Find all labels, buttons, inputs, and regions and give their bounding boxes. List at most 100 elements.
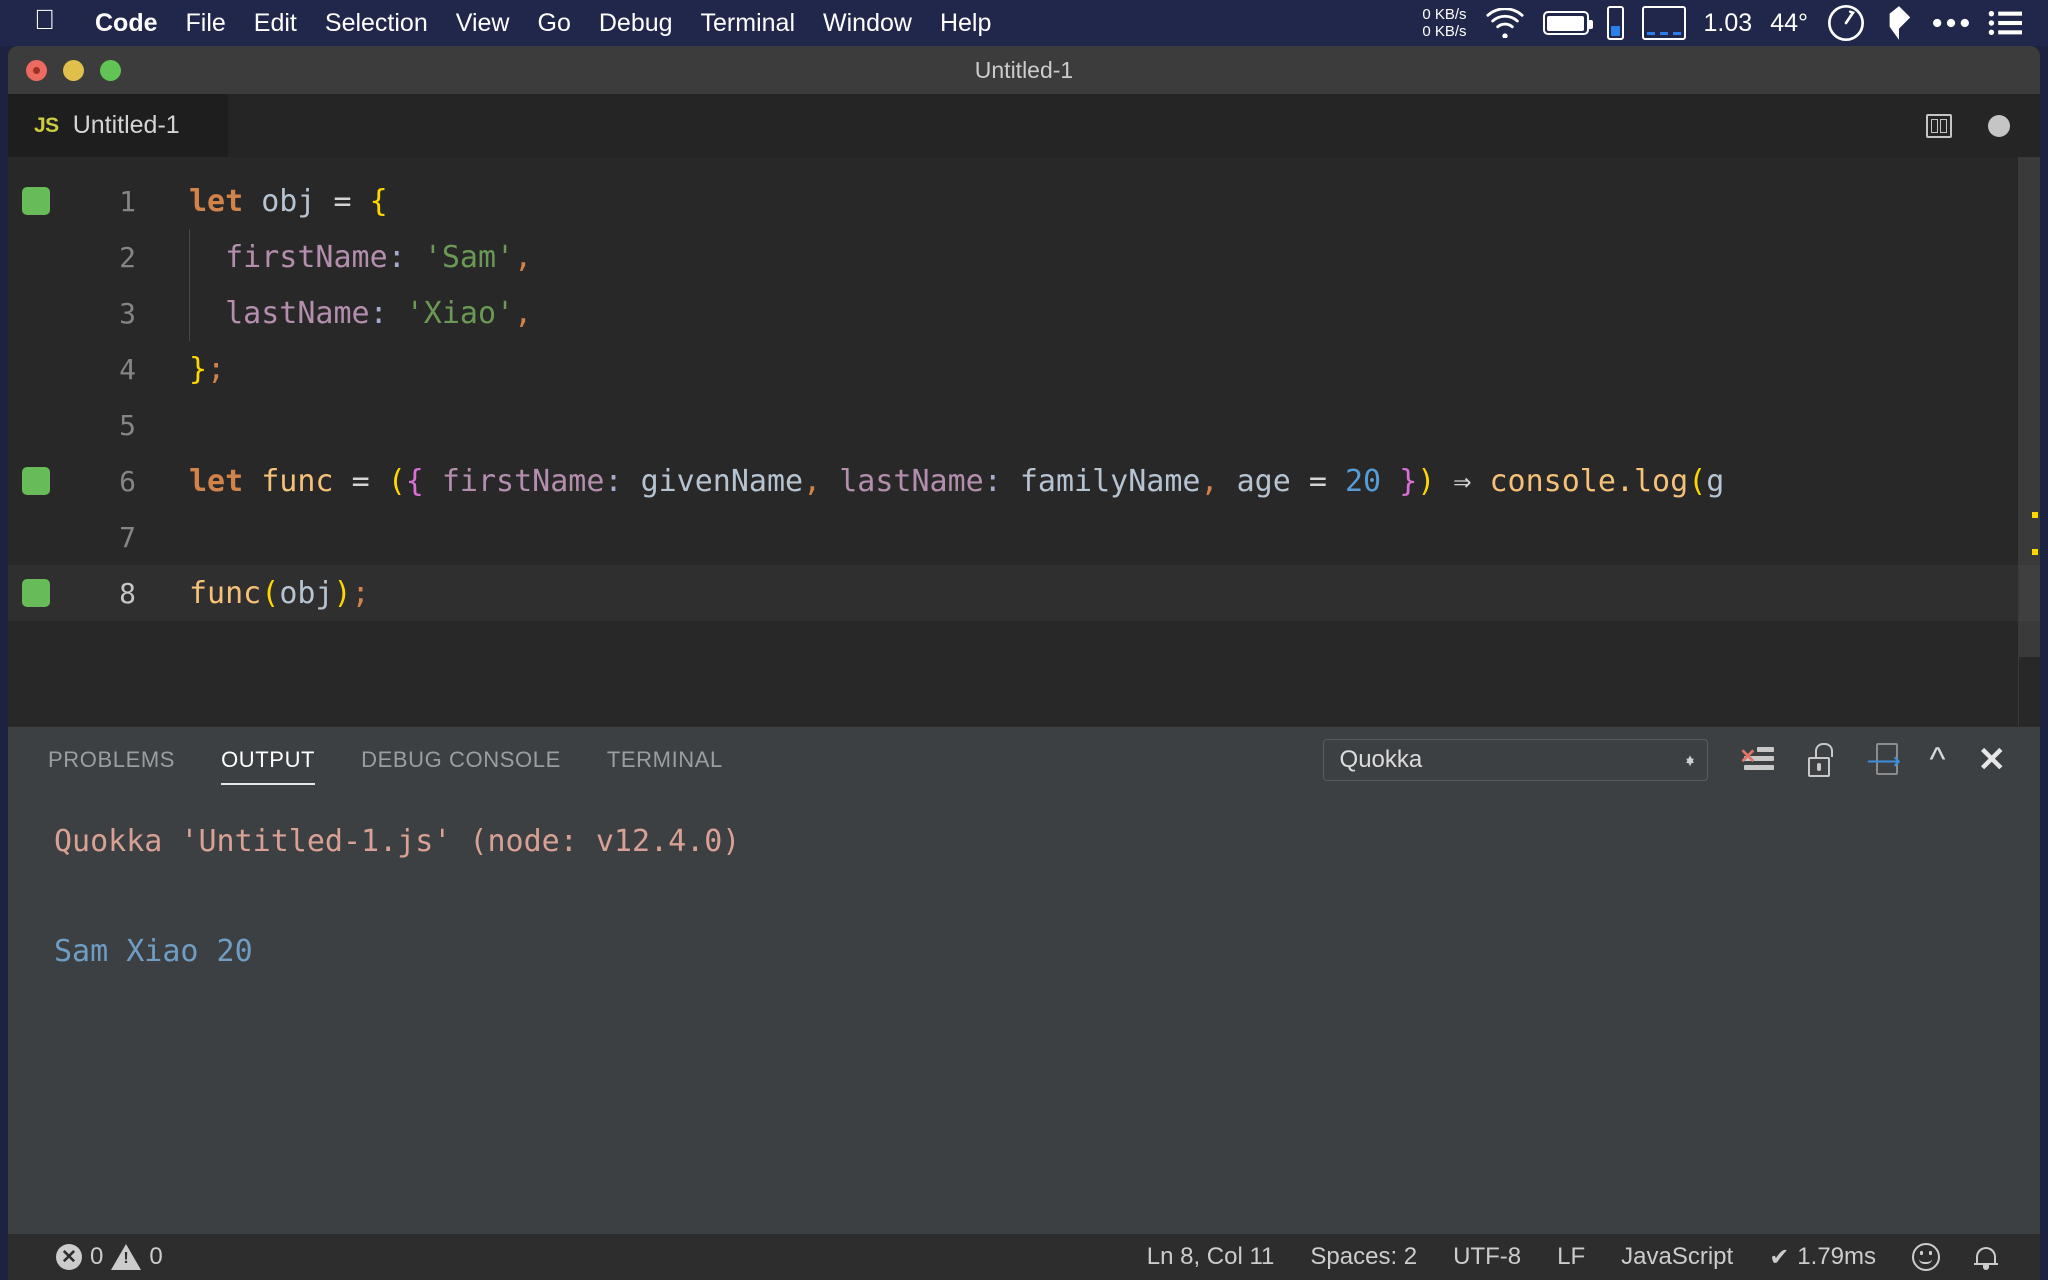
token: = (334, 184, 352, 219)
split-pane-right (1940, 119, 1947, 133)
editor-tab-bar: JS Untitled-1 (8, 94, 2040, 157)
status-notifications[interactable] (1958, 1245, 2014, 1269)
status-cursor-position[interactable]: Ln 8, Col 11 (1129, 1243, 1293, 1271)
status-indentation[interactable]: Spaces: 2 (1292, 1243, 1435, 1271)
apple-logo-icon[interactable]:  (34, 6, 55, 34)
menu-item-debug[interactable]: Debug (585, 9, 687, 38)
open-in-editor-icon[interactable]: ⟶ (1868, 743, 1898, 777)
system-load-value[interactable]: 1.03 (1704, 9, 1753, 38)
menu-item-go[interactable]: Go (524, 9, 585, 38)
smiley-mouth (1919, 1259, 1932, 1264)
menu-item-terminal[interactable]: Terminal (687, 9, 809, 38)
memory-meter-fill (1611, 26, 1620, 36)
gutter-row: 4 (8, 341, 183, 397)
code-line[interactable] (183, 509, 2040, 565)
line-number: 7 (50, 521, 150, 554)
bottom-panel: PROBLEMS OUTPUT DEBUG CONSOLE TERMINAL Quok… (8, 726, 2040, 1234)
wifi-icon[interactable] (1485, 8, 1525, 38)
menu-item-code[interactable]: Code (81, 9, 172, 38)
panel-tab-debug-console[interactable]: DEBUG CONSOLE (361, 739, 561, 781)
token: , (1201, 464, 1219, 499)
code-line[interactable]: func(obj); (183, 565, 2040, 621)
token: , (514, 240, 532, 275)
code-line[interactable] (183, 397, 2040, 453)
window-title: Untitled-1 (8, 57, 2040, 84)
battery-icon[interactable] (1543, 11, 1589, 35)
editor-code-area[interactable]: let obj = { firstName: 'Sam', lastName: … (183, 157, 2040, 726)
status-problems[interactable]: ✕ 0 0 (38, 1243, 181, 1271)
code-line[interactable]: let func = ({ firstName: givenName, last… (183, 453, 2040, 509)
unsaved-dot-icon[interactable] (1988, 115, 2010, 137)
token (370, 464, 388, 499)
menu-item-selection[interactable]: Selection (311, 9, 442, 38)
panel-tab-output[interactable]: OUTPUT (221, 739, 315, 781)
clear-x-mark: ✕ (1740, 744, 1757, 769)
token (334, 464, 352, 499)
token: familyName (1020, 464, 1201, 499)
status-encoding[interactable]: UTF-8 (1435, 1243, 1539, 1271)
ellipsis-icon[interactable] (1932, 16, 1970, 30)
code-line[interactable]: lastName: 'Xiao', (183, 285, 2040, 341)
temperature-value[interactable]: 44° (1770, 9, 1808, 38)
minimize-window-button[interactable] (63, 60, 84, 81)
gauge-icon[interactable] (1826, 3, 1866, 43)
close-panel-icon[interactable]: ✕ (1978, 743, 2007, 777)
token (1002, 464, 1020, 499)
status-feedback[interactable] (1894, 1243, 1958, 1271)
status-quokka-timing[interactable]: ✔ 1.79ms (1751, 1243, 1894, 1272)
network-speed-indicator[interactable]: 0 KB/s 0 KB/s (1422, 6, 1466, 40)
token: : (984, 464, 1002, 499)
network-download-speed: 0 KB/s (1422, 23, 1466, 40)
token: firstName (442, 464, 605, 499)
dropbox-icon[interactable] (1884, 4, 1914, 42)
menu-item-window[interactable]: Window (809, 9, 926, 38)
token: ( (388, 464, 406, 499)
code-text: }; (183, 352, 225, 387)
close-window-button[interactable] (26, 60, 47, 81)
token: . (1616, 464, 1634, 499)
cpu-graph-icon[interactable] (1642, 6, 1686, 40)
graph-bar (1673, 32, 1681, 35)
bell-dome (1976, 1247, 1996, 1264)
zoom-window-button[interactable] (100, 60, 121, 81)
status-language-mode[interactable]: JavaScript (1603, 1243, 1751, 1271)
editor-tab-untitled-1[interactable]: JS Untitled-1 (8, 94, 228, 157)
token: 'Xiao' (406, 296, 514, 331)
smiley-eye-right (1929, 1251, 1932, 1255)
menu-item-edit[interactable]: Edit (240, 9, 311, 38)
quokka-executed-marker (22, 579, 50, 607)
control-center-list-icon[interactable] (1988, 9, 2022, 37)
panel-tab-terminal[interactable]: TERMINAL (607, 739, 723, 781)
code-line[interactable]: let obj = { (183, 173, 2040, 229)
token: : (388, 240, 406, 275)
code-line[interactable]: firstName: 'Sam', (183, 229, 2040, 285)
token: ; (352, 576, 370, 611)
panel-tab-problems[interactable]: PROBLEMS (48, 739, 175, 781)
editor-vertical-scrollbar[interactable] (2018, 157, 2040, 726)
code-text: let obj = { (183, 184, 388, 219)
editor-scrollbar-thumb[interactable] (2019, 157, 2040, 657)
code-editor[interactable]: 12345678 let obj = { firstName: 'Sam', l… (8, 157, 2040, 726)
token: log (1634, 464, 1688, 499)
output-content[interactable]: Quokka 'Untitled-1.js' (node: v12.4.0) S… (8, 793, 2040, 1234)
clear-output-icon[interactable]: ✕ (1740, 745, 1774, 775)
output-channel-select[interactable]: Quokka ▲ ▼ (1323, 739, 1708, 781)
code-line[interactable]: }; (183, 341, 2040, 397)
menu-item-view[interactable]: View (442, 9, 524, 38)
maximize-panel-icon[interactable]: ^ (1930, 743, 1946, 777)
token: lastName (225, 296, 370, 331)
line-number: 3 (50, 297, 150, 330)
memory-meter-icon[interactable] (1607, 6, 1624, 40)
line-number: 1 (50, 185, 150, 218)
status-eol[interactable]: LF (1539, 1243, 1603, 1271)
menu-item-help[interactable]: Help (926, 9, 1005, 38)
code-text: func(obj); (183, 576, 370, 611)
lock-scroll-icon[interactable] (1806, 743, 1836, 777)
token: ) (1417, 464, 1435, 499)
token (1381, 464, 1399, 499)
error-count: 0 (90, 1243, 103, 1271)
token: ( (261, 576, 279, 611)
menu-item-file[interactable]: File (172, 9, 240, 38)
split-editor-icon[interactable] (1926, 114, 1952, 138)
token: firstName (225, 240, 388, 275)
